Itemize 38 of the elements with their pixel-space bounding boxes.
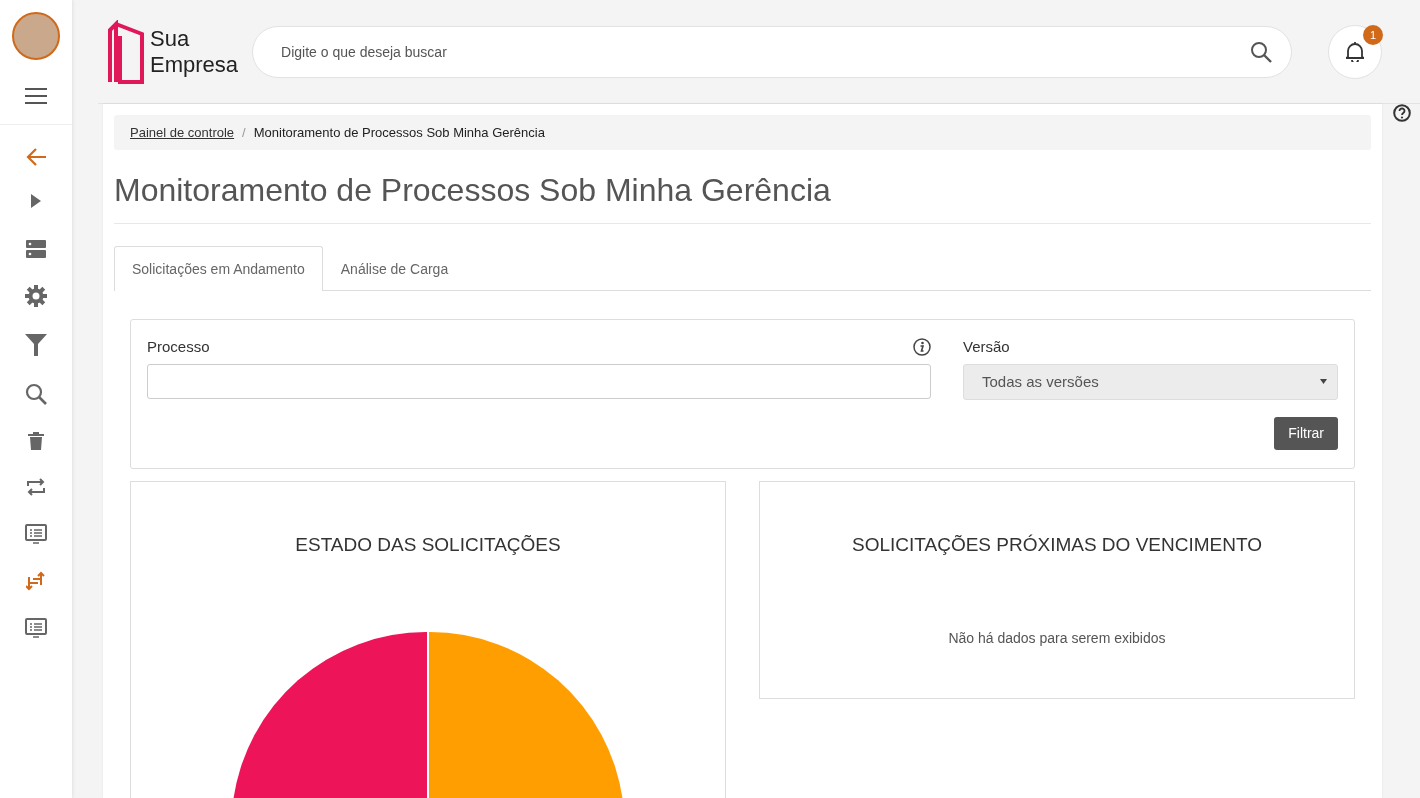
breadcrumb-separator: / [242,125,246,140]
tab[interactable]: Análise de Carga [322,246,467,291]
notifications-button[interactable]: 1 [1328,24,1382,79]
filter-button[interactable]: Filtrar [1274,416,1338,450]
trash-icon[interactable] [28,432,44,450]
logo-text: Sua [150,25,191,52]
help-icon[interactable] [1393,104,1411,122]
process-input-field[interactable] [147,364,931,399]
gear-icon[interactable] [25,285,47,307]
filter-icon[interactable] [25,334,47,356]
search-field[interactable]: Digite o que deseja buscar [252,25,1292,78]
page-title: Monitoramento de Processos Sob Minha Gerência [114,172,1371,224]
notification-badge: 1 [1363,24,1383,45]
list-screen-icon[interactable] [25,618,47,638]
panel-title: SOLICITAÇÕES PRÓXIMAS DO VENCIMENTO [852,534,1262,556]
breadcrumb-current: Monitoramento de Processos Sob Minha Gerência [253,125,545,140]
server-icon[interactable] [26,240,46,258]
breadcrumb-link[interactable]: Painel de controle [130,125,235,140]
search-icon[interactable] [1250,40,1272,63]
version-dropdown[interactable]: Todas as versões [963,364,1338,400]
list-screen-icon[interactable] [25,524,47,544]
field-label: Versão [963,338,1011,356]
exchange-arrows-icon[interactable] [26,571,46,591]
info-icon[interactable] [913,338,931,356]
avatar[interactable] [12,12,60,60]
caret-icon [1320,379,1327,385]
logo-icon [108,19,144,84]
play-icon[interactable] [31,194,41,208]
bell-icon [1346,41,1364,62]
tab[interactable]: Solicitações em Andamento [114,246,323,291]
arrow-left-icon[interactable] [25,147,47,167]
menu-icon[interactable] [25,88,47,104]
panel-title: ESTADO DAS SOLICITAÇÕES [295,534,561,556]
field-label: Processo [147,338,210,356]
swap-arrows-icon[interactable] [26,477,46,497]
empty-message: Não há dados para serem exibidos [948,630,1166,646]
search-icon[interactable] [25,383,47,405]
logo-text: Empresa [150,51,239,78]
